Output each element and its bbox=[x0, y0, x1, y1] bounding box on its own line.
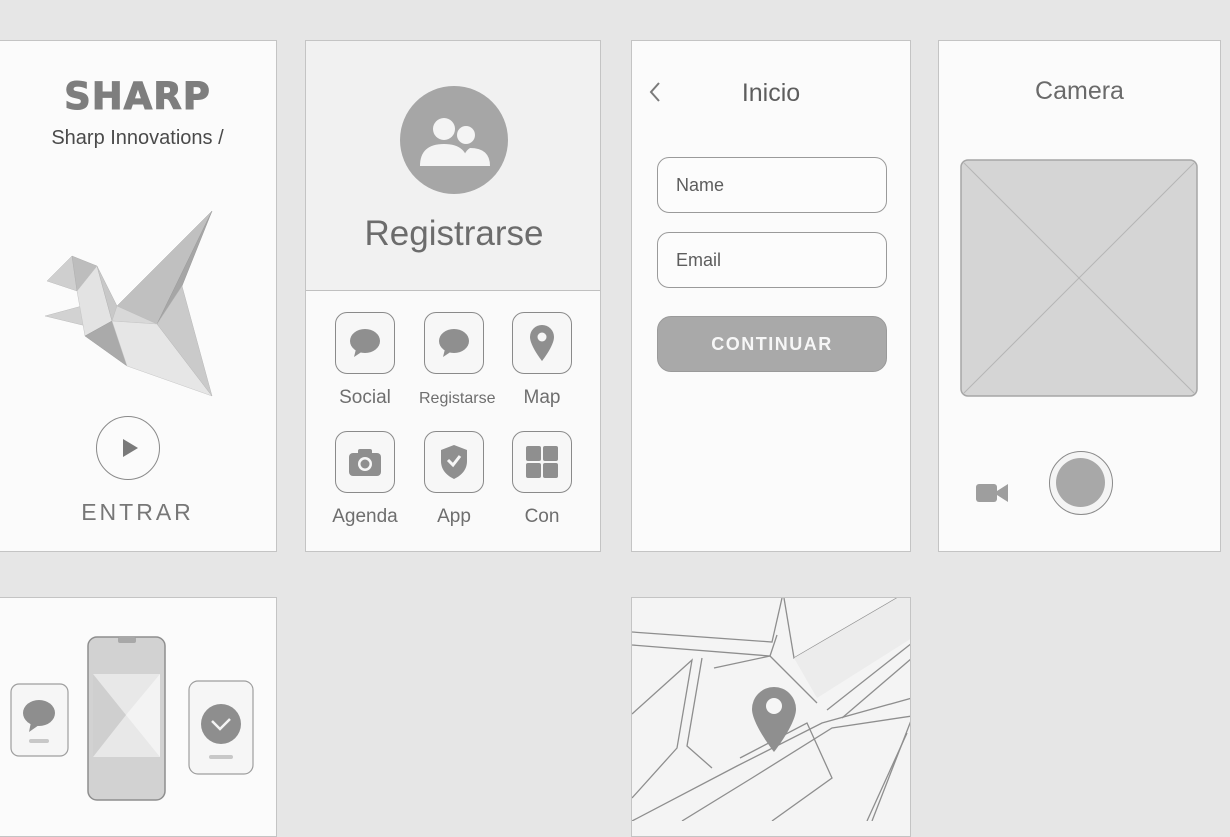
onboarding-screen bbox=[0, 597, 277, 837]
map-screen bbox=[631, 597, 911, 837]
register-header: Registrarse bbox=[306, 41, 600, 291]
app-label: Agenda bbox=[332, 506, 398, 527]
login-title: Inicio bbox=[741, 79, 801, 107]
splash-screen: SHARP Sharp Innovations / ENTRAR bbox=[0, 40, 277, 552]
app-label: App bbox=[437, 506, 471, 527]
app-label: Con bbox=[524, 506, 560, 527]
map-pin-marker bbox=[752, 687, 796, 752]
origami-crane-illustration bbox=[44, 210, 213, 397]
enter-label[interactable]: ENTRAR bbox=[0, 499, 276, 526]
app-label: Map bbox=[523, 387, 561, 408]
avatar[interactable] bbox=[400, 86, 508, 194]
brand-logo: SHARP bbox=[64, 75, 211, 119]
camera-screen: Camera bbox=[938, 40, 1221, 552]
app-label: Registarse bbox=[419, 390, 496, 407]
map-pin-icon bbox=[530, 325, 554, 361]
app-social[interactable]: Social bbox=[330, 312, 400, 409]
register-title: Registrarse bbox=[364, 214, 544, 253]
shutter-button[interactable] bbox=[1049, 451, 1113, 515]
continue-button[interactable]: CONTINUAR bbox=[657, 316, 887, 372]
play-icon bbox=[122, 438, 138, 457]
map-view[interactable] bbox=[632, 598, 911, 822]
chat-bubble-icon bbox=[439, 329, 469, 357]
chat-bubble-icon bbox=[350, 329, 380, 357]
camera-icon bbox=[349, 449, 381, 476]
app-agenda[interactable]: Agenda bbox=[330, 431, 400, 528]
app-map[interactable]: Map bbox=[507, 312, 577, 409]
app-registarse[interactable]: Registarse bbox=[419, 312, 496, 408]
app-label: Social bbox=[339, 387, 391, 408]
register-screen: Registrarse Social Registarse Map Agenda… bbox=[305, 40, 601, 552]
camera-viewfinder-image-placeholder bbox=[960, 159, 1198, 397]
video-camera-icon[interactable] bbox=[975, 481, 1009, 505]
app-con[interactable]: Con bbox=[507, 431, 577, 528]
play-button[interactable] bbox=[96, 416, 160, 480]
email-field[interactable] bbox=[657, 232, 887, 288]
login-screen: Inicio CONTINUAR bbox=[631, 40, 911, 552]
camera-title: Camera bbox=[1035, 77, 1124, 105]
grid-icon bbox=[526, 446, 558, 478]
tagline: Sharp Innovations / bbox=[51, 127, 224, 149]
users-icon bbox=[420, 118, 490, 166]
devices-illustration bbox=[10, 636, 254, 801]
app-app[interactable]: App bbox=[419, 431, 489, 528]
shield-check-icon bbox=[441, 445, 467, 479]
name-field[interactable] bbox=[657, 157, 887, 213]
